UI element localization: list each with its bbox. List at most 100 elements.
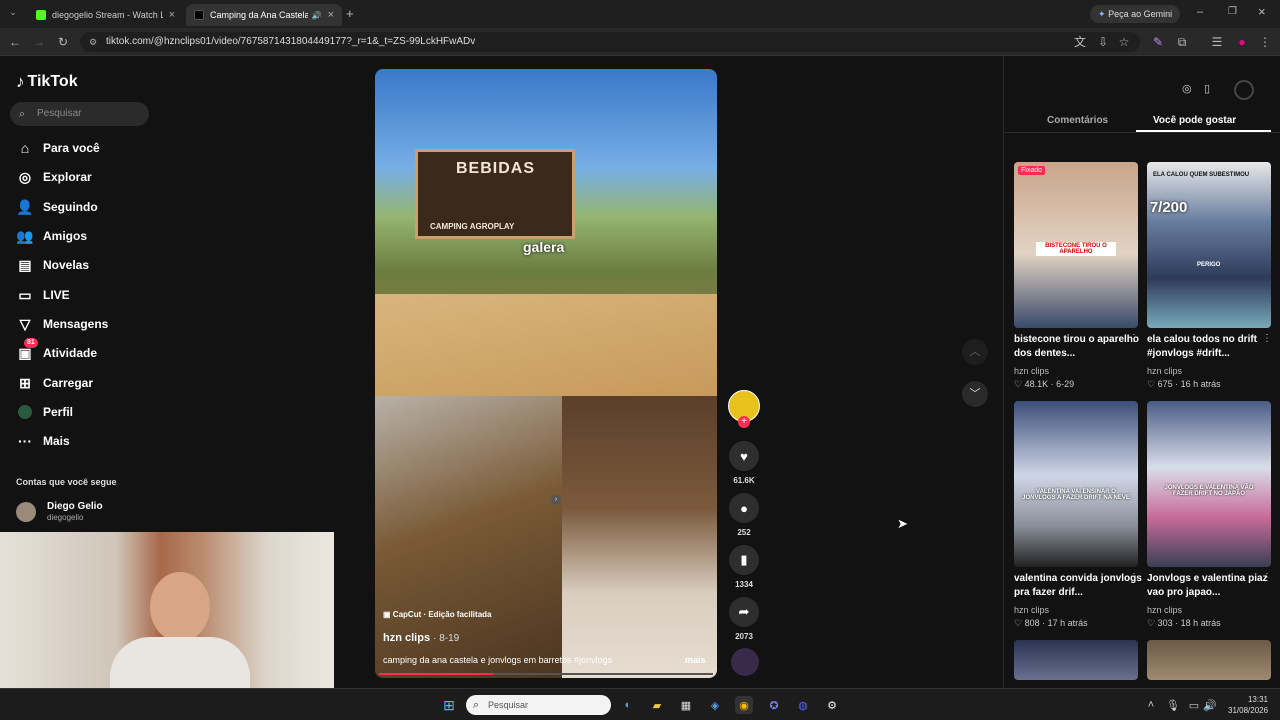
chrome-icon[interactable]: ◉ (735, 696, 753, 714)
teams-icon[interactable]: ✪ (765, 696, 783, 714)
reading-list-icon[interactable]: ☰ (1209, 34, 1225, 50)
card-menu-icon[interactable]: ⋮ (1129, 333, 1139, 344)
window-close-icon[interactable]: × (1258, 4, 1266, 19)
progress-bar[interactable] (379, 673, 713, 675)
volume-icon[interactable]: 🔊 (1201, 696, 1219, 714)
share-button[interactable]: ➦ (729, 597, 759, 627)
next-video-button[interactable]: ﹀ (962, 381, 988, 407)
store-icon[interactable]: ▦ (677, 696, 695, 714)
like-count: 61.6K (733, 476, 755, 485)
close-icon[interactable]: × (169, 9, 175, 21)
sidebar-item-para-voce[interactable]: ⌂ Para você (16, 137, 100, 159)
browser-toolbar: ← → ↻ ⚙ tiktok.com/@hznclips01/video/767… (0, 28, 1280, 56)
video-card-thumbnail[interactable] (1014, 640, 1138, 680)
minimize-icon[interactable]: – (1197, 6, 1203, 18)
video-card-thumbnail[interactable]: JONVLOGS E VALENTINA VÃO FAZER DRIFT NO … (1147, 401, 1271, 567)
search-icon: ⌕ (19, 108, 26, 120)
install-icon[interactable]: ⇩ (1095, 34, 1111, 50)
video-card-thumbnail[interactable] (1147, 640, 1271, 680)
maximize-icon[interactable]: ❐ (1228, 6, 1237, 17)
sidebar-item-perfil[interactable]: Perfil (16, 401, 73, 423)
forward-icon[interactable]: → (31, 34, 47, 50)
browser-menu-icon[interactable]: ⋮ (1257, 34, 1273, 50)
video-card-thumbnail[interactable]: Fixado BISTECONE TIROU O APARELHO (1014, 162, 1138, 328)
save-button[interactable]: ▮ (729, 545, 759, 575)
sidebar-item-atividade[interactable]: ▣ 81 Atividade (16, 338, 97, 364)
sidebar-item-novelas[interactable]: ▤ Novelas (16, 254, 89, 276)
windows-start-icon[interactable]: ⊞ (440, 696, 458, 714)
video-author[interactable]: hzn clips · 8-19 (383, 632, 459, 644)
sidebar-item-mais[interactable]: ··· Mais (16, 430, 70, 452)
card-menu-icon[interactable]: ⋮ (1262, 572, 1272, 583)
messages-icon: ▽ (19, 315, 31, 332)
video-caption: galera (523, 239, 565, 255)
microphone-icon[interactable]: 🎙 (1164, 696, 1182, 714)
previous-video-button[interactable]: ︿ (962, 339, 988, 365)
capcut-label[interactable]: ▣ CapCut · Edição facilitada (383, 610, 491, 619)
video-card-title[interactable]: bistecone tirou o aparelho dos dentes... (1014, 333, 1142, 361)
tab-stream[interactable]: diegogelio Stream - Watch Live × (28, 4, 183, 26)
heart-outline-icon: ♡ (1147, 379, 1156, 389)
sidebar-item-carregar[interactable]: ⊞ Carregar (16, 372, 93, 394)
app-icon[interactable]: ◈ (706, 696, 724, 714)
comment-button[interactable]: ● (729, 493, 759, 523)
address-bar[interactable]: ⚙ tiktok.com/@hznclips01/video/767587143… (80, 32, 1140, 52)
video-card-title[interactable]: Jonvlogs e valentina piaz vao pro japao.… (1147, 572, 1275, 600)
tiktok-logo[interactable]: ♪ TikTok (16, 72, 78, 92)
chevron-up-icon[interactable]: ˄ (1142, 696, 1160, 714)
tab-comentarios[interactable]: Comentários (1047, 115, 1108, 126)
edge-icon[interactable]: ◐ (619, 696, 637, 714)
sidebar-item-amigos[interactable]: 👥 Amigos (16, 225, 87, 247)
tab-tiktok[interactable]: Camping da Ana Castela e 🔊 × (186, 4, 342, 26)
music-disc-icon[interactable] (731, 648, 759, 676)
gemini-button[interactable]: ✦ Peça ao Gemini (1090, 5, 1181, 23)
tab-list-icon[interactable]: ⌄ (6, 7, 20, 21)
back-icon[interactable]: ← (7, 34, 23, 50)
user-avatar-icon[interactable] (1234, 80, 1254, 100)
sidebar-item-mensagens[interactable]: ▽ Mensagens (16, 313, 109, 335)
windows-taskbar: ⊞ ⌕ Pesquisar ◐ ▰ ▦ ◈ ◉ ✪ ◍ ⚙ ˄ 🎙 ▭ 🔊 13… (0, 688, 1280, 720)
extensions-icon[interactable]: ⧉ (1174, 34, 1190, 50)
card-menu-icon[interactable]: ⋮ (1129, 572, 1139, 583)
extension-pen-icon[interactable]: ✎ (1150, 34, 1166, 50)
tab-divider (1004, 132, 1280, 133)
close-icon[interactable]: × (328, 9, 334, 21)
sidebar-item-live[interactable]: ▭ LIVE (16, 284, 69, 306)
following-account[interactable]: Diego Gelio diegogelio (16, 500, 156, 524)
video-card-title[interactable]: valentina convida jonvlogs pra fazer dri… (1014, 572, 1142, 600)
progress-fill (379, 673, 493, 675)
tab-voce-pode-gostar[interactable]: Você pode gostar (1153, 115, 1236, 126)
card-menu-icon[interactable]: ⋮ (1262, 333, 1272, 344)
device-icon[interactable]: ▯ (1204, 82, 1210, 95)
profile-avatar-icon[interactable]: ● (1234, 34, 1250, 50)
taskbar-search-input[interactable]: ⌕ Pesquisar (466, 695, 611, 715)
file-explorer-icon[interactable]: ▰ (648, 696, 666, 714)
like-button[interactable]: ♥ (729, 441, 759, 471)
speaker-icon[interactable]: 🔊 (312, 11, 322, 20)
home-icon: ⌂ (20, 140, 30, 156)
search-input[interactable]: ⌕ Pesquisar (10, 102, 149, 126)
app-badge-icon[interactable]: ⚙ (823, 696, 841, 714)
sidebar-item-explorar[interactable]: ◎ Explorar (16, 166, 92, 188)
taskbar-clock[interactable]: 13:31 31/08/2026 (1228, 694, 1268, 716)
new-tab-icon[interactable]: + (346, 6, 354, 21)
video-card-thumbnail[interactable]: ELA CALOU QUEM SUBESTIMOU Subs: 7/200 PE… (1147, 162, 1271, 328)
compass-small-icon[interactable]: ◎ (1182, 82, 1192, 95)
bookmark-star-icon[interactable]: ☆ (1116, 34, 1132, 50)
video-card-thumbnail[interactable]: VALENTINA VAI ENSINAR O JONVLOGS A FAZER… (1014, 401, 1138, 567)
gemini-icon: ✦ (1098, 9, 1106, 19)
sidebar-item-seguindo[interactable]: 👤 Seguindo (16, 196, 97, 218)
site-info-icon[interactable]: ⚙ (89, 32, 97, 52)
translate-icon[interactable]: 文 (1072, 34, 1088, 50)
next-arrow-icon[interactable]: › (551, 495, 561, 505)
live-icon: ▭ (18, 286, 32, 303)
more-link[interactable]: mais (685, 655, 706, 665)
activity-badge: 81 (24, 338, 38, 348)
chevron-down-icon: ﹀ (969, 388, 981, 400)
reload-icon[interactable]: ↻ (55, 34, 71, 50)
follow-plus-icon[interactable]: + (738, 416, 750, 428)
video-player[interactable]: BEBIDAS CAMPING AGROPLAY galera › ▣ CapC… (375, 69, 717, 678)
heart-outline-icon: ♡ (1014, 379, 1023, 389)
video-card-title[interactable]: ela calou todos no drift #jonvlogs #drif… (1147, 333, 1275, 361)
discord-icon[interactable]: ◍ (794, 696, 812, 714)
